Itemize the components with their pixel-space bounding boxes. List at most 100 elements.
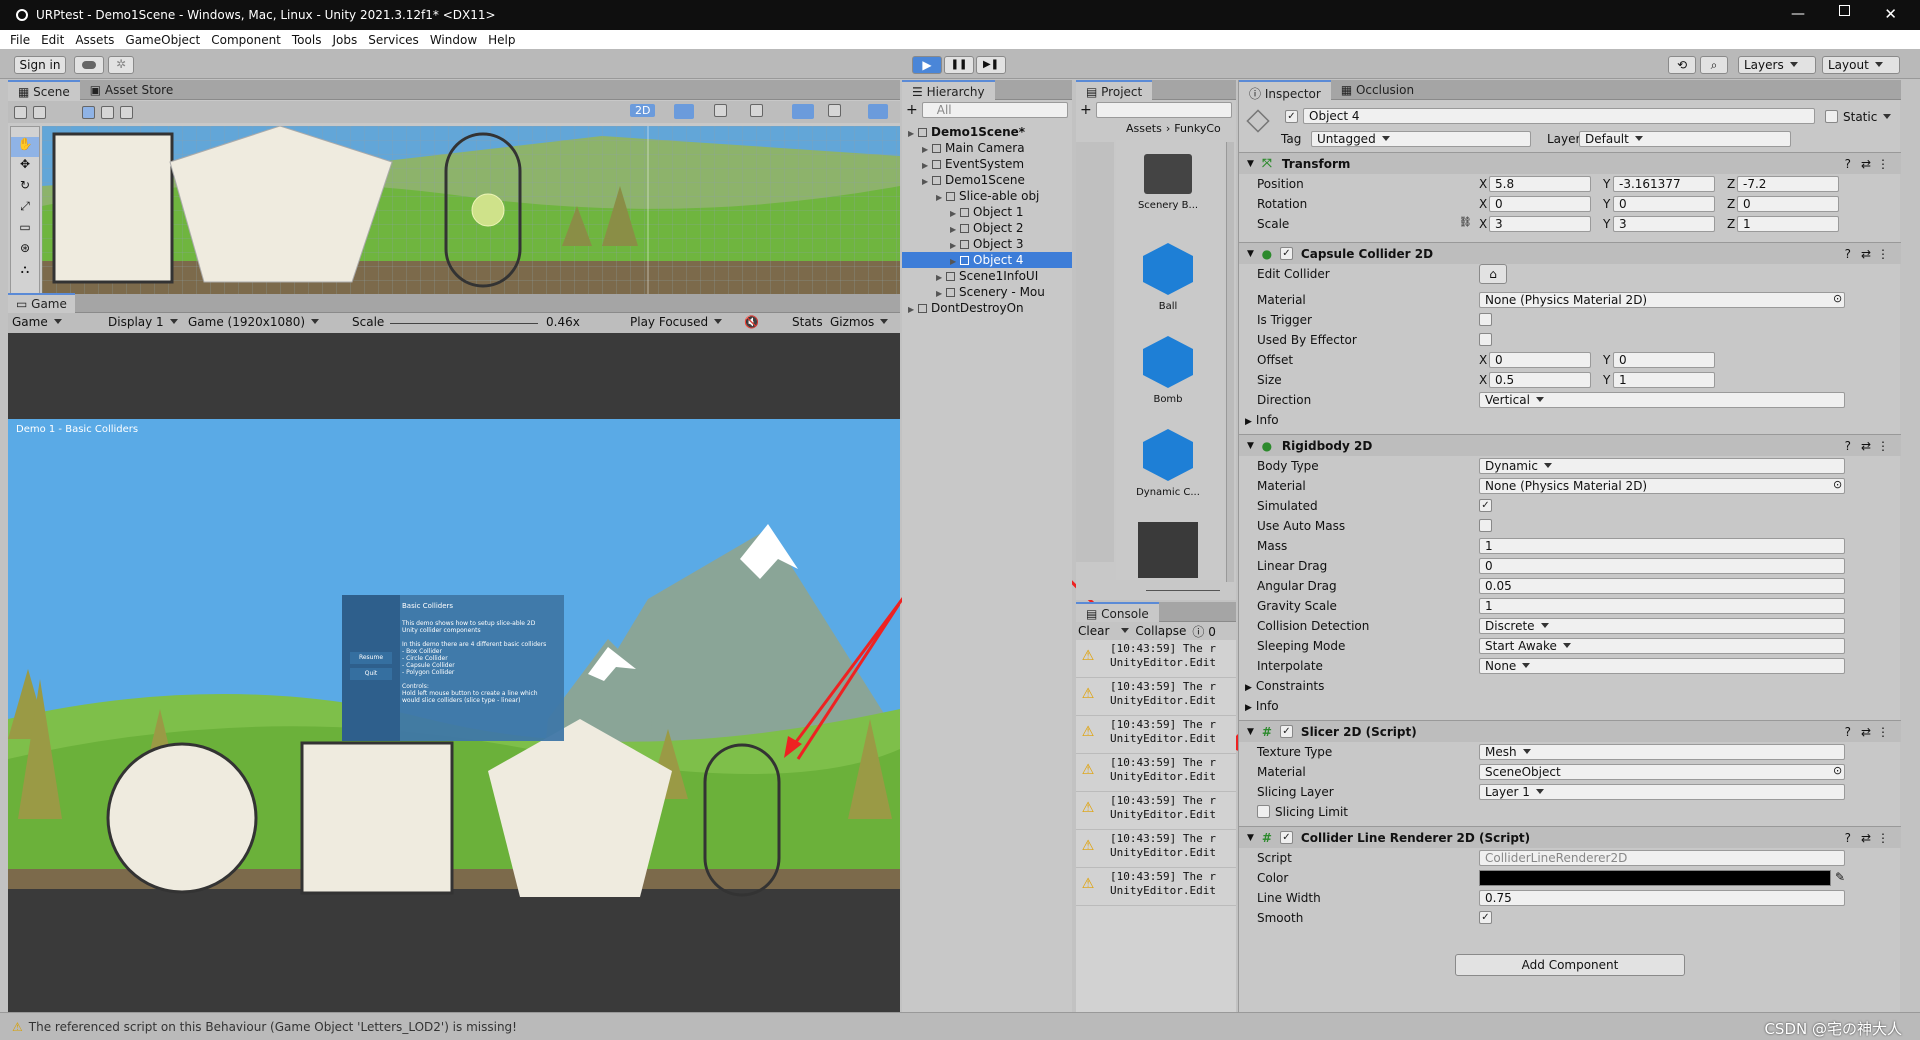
more-options-icon[interactable]: ⋮ [1877, 157, 1889, 171]
audio-icon[interactable] [714, 104, 727, 117]
interpolate-dropdown[interactable]: None [1479, 658, 1845, 674]
maximize-button[interactable] [1839, 5, 1850, 16]
line-renderer-header[interactable]: ▼ # ✓ Collider Line Renderer 2D (Script)? ⇄ ⋮ [1239, 826, 1901, 848]
hierarchy-item[interactable]: ▶ DontDestroyOn [902, 300, 1072, 316]
menu-assets[interactable]: Assets [75, 33, 114, 47]
play-focused-dropdown[interactable]: Play Focused [630, 315, 722, 329]
lighting-icon[interactable] [674, 104, 694, 119]
hierarchy-item[interactable]: ▶ Slice-able obj [902, 188, 1072, 204]
asset-item[interactable]: Dynamic C... [1116, 425, 1220, 513]
hierarchy-item[interactable]: ▶ Scene1InfoUI [902, 268, 1072, 284]
preset-icon[interactable]: ⇄ [1861, 157, 1871, 171]
is-trigger-checkbox[interactable] [1479, 313, 1492, 326]
tag-dropdown[interactable]: Untagged [1311, 131, 1531, 147]
body-type-dropdown[interactable]: Dynamic [1479, 458, 1845, 474]
rotate-tool-icon[interactable]: ↻ [11, 178, 39, 199]
transform-tool-icon[interactable]: ⊛ [11, 241, 39, 262]
constraints-foldout[interactable]: ▶ Constraints [1245, 679, 1324, 693]
mass-field[interactable]: 1 [1479, 538, 1845, 554]
transform-header[interactable]: ▼ ⤧ Transform? ⇄ ⋮ [1239, 152, 1901, 174]
game-view-dropdown[interactable]: Game [12, 315, 94, 329]
simulated-checkbox[interactable]: ✓ [1479, 499, 1492, 512]
used-by-effector-checkbox[interactable] [1479, 333, 1492, 346]
scale-field-y[interactable]: 3 [1613, 216, 1715, 232]
rigidbody-info-foldout[interactable]: ▶ Info [1245, 699, 1279, 713]
menu-component[interactable]: Component [211, 33, 281, 47]
ruler-icon[interactable] [120, 105, 133, 119]
console-entry[interactable]: ⚠ [10:43:59] The r UnityEditor.Edit [1076, 640, 1236, 678]
hierarchy-item[interactable]: ▶ EventSystem [902, 156, 1072, 172]
console-collapse-button[interactable]: Collapse [1135, 624, 1186, 638]
console-entry[interactable]: ⚠ [10:43:59] The r UnityEditor.Edit [1076, 792, 1236, 830]
breadcrumb-child[interactable]: FunkyCo [1174, 122, 1221, 135]
menu-edit[interactable]: Edit [41, 33, 64, 47]
stats-button[interactable]: Stats [792, 315, 823, 329]
scale-field-x[interactable]: 3 [1489, 216, 1591, 232]
tab-console[interactable]: ▤ Console [1076, 601, 1159, 622]
color-swatch[interactable] [1479, 870, 1831, 886]
foldout-arrow-icon[interactable]: ▼ [1247, 441, 1254, 451]
cloud-button[interactable] [74, 56, 104, 74]
capsule-collider-header[interactable]: ▼ ● ✓ Capsule Collider 2D? ⇄ ⋮ [1239, 242, 1901, 264]
static-checkbox[interactable] [1825, 110, 1838, 123]
offset-field-x[interactable]: 0 [1489, 352, 1591, 368]
preset-icon[interactable]: ⇄ [1861, 831, 1871, 845]
hierarchy-item[interactable]: ▶ Object 4 [902, 252, 1072, 268]
draw-mode-icon[interactable] [14, 105, 27, 119]
sign-in-button[interactable]: Sign in [14, 56, 66, 74]
collision-detection-dropdown[interactable]: Discrete [1479, 618, 1845, 634]
minimize-button[interactable]: — [1791, 6, 1805, 22]
gravity-scale-field[interactable]: 1 [1479, 598, 1845, 614]
preset-icon[interactable]: ⇄ [1861, 725, 1871, 739]
use-auto-mass-checkbox[interactable] [1479, 519, 1492, 532]
preset-icon[interactable]: ⇄ [1861, 247, 1871, 261]
gizmo-icon[interactable] [868, 104, 888, 119]
hierarchy-item[interactable]: ▶ Object 3 [902, 236, 1072, 252]
step-button[interactable]: ▶❚ [976, 56, 1006, 74]
grid-icon[interactable] [33, 105, 46, 119]
status-message[interactable]: The referenced script on this Behaviour … [29, 1020, 517, 1034]
hierarchy-search-input[interactable]: All [921, 102, 1068, 118]
rigidbody-header[interactable]: ▼ ● Rigidbody 2D? ⇄ ⋮ [1239, 434, 1901, 456]
capsule-info-foldout[interactable]: ▶ Info [1245, 413, 1279, 427]
slicing-limit-checkbox[interactable] [1257, 805, 1270, 818]
component-enabled-checkbox[interactable]: ✓ [1279, 725, 1293, 738]
mode-2d-button[interactable]: 2D [630, 104, 656, 117]
slicer-header[interactable]: ▼ # ✓ Slicer 2D (Script)? ⇄ ⋮ [1239, 720, 1901, 742]
offset-field-y[interactable]: 0 [1613, 352, 1715, 368]
foldout-arrow-icon[interactable]: ▼ [1247, 727, 1254, 737]
size-field-x[interactable]: 0.5 [1489, 372, 1591, 388]
menu-tools[interactable]: Tools [292, 33, 322, 47]
rigidbody-material-field[interactable]: None (Physics Material 2D) [1479, 478, 1845, 494]
expand-arrow-icon[interactable]: ▶ [908, 302, 918, 318]
asset-item[interactable]: Scenery B... [1116, 146, 1220, 234]
hidden-icon[interactable] [792, 104, 814, 119]
object-picker-icon[interactable]: ⊙ [1833, 292, 1842, 305]
menu-file[interactable]: File [10, 33, 30, 47]
more-options-icon[interactable]: ⋮ [1877, 725, 1889, 739]
tab-inspector[interactable]: ⓘ Inspector [1239, 79, 1331, 101]
collab-button[interactable]: ✲ [108, 56, 134, 74]
position-field-x[interactable]: 5.8 [1489, 176, 1591, 192]
menu-window[interactable]: Window [430, 33, 477, 47]
pause-button[interactable]: ❚❚ [944, 56, 974, 74]
resolution-dropdown[interactable]: Game (1920x1080) [188, 315, 319, 329]
object-picker-icon[interactable]: ⊙ [1833, 764, 1842, 777]
edit-collider-button[interactable]: ⌂ [1479, 264, 1507, 284]
help-icon[interactable]: ? [1845, 439, 1851, 453]
scene-viewport[interactable] [42, 126, 900, 294]
object-picker-icon[interactable]: ⊙ [1833, 478, 1842, 491]
console-entry[interactable]: ⚠ [10:43:59] The r UnityEditor.Edit [1076, 830, 1236, 868]
texture-type-dropdown[interactable]: Mesh [1479, 744, 1845, 760]
add-component-button[interactable]: Add Component [1455, 954, 1685, 976]
hand-tool-icon[interactable]: ✋ [11, 137, 39, 157]
increment-icon[interactable] [101, 105, 114, 119]
help-icon[interactable]: ? [1845, 157, 1851, 171]
foldout-arrow-icon[interactable]: ▼ [1247, 159, 1254, 169]
rotation-field-y[interactable]: 0 [1613, 196, 1715, 212]
hierarchy-item[interactable]: ▶ Object 2 [902, 220, 1072, 236]
rotation-field-x[interactable]: 0 [1489, 196, 1591, 212]
rect-tool-icon[interactable]: ▭ [11, 220, 39, 241]
eyedropper-icon[interactable]: ✎ [1835, 870, 1845, 884]
project-search-input[interactable] [1095, 102, 1232, 118]
